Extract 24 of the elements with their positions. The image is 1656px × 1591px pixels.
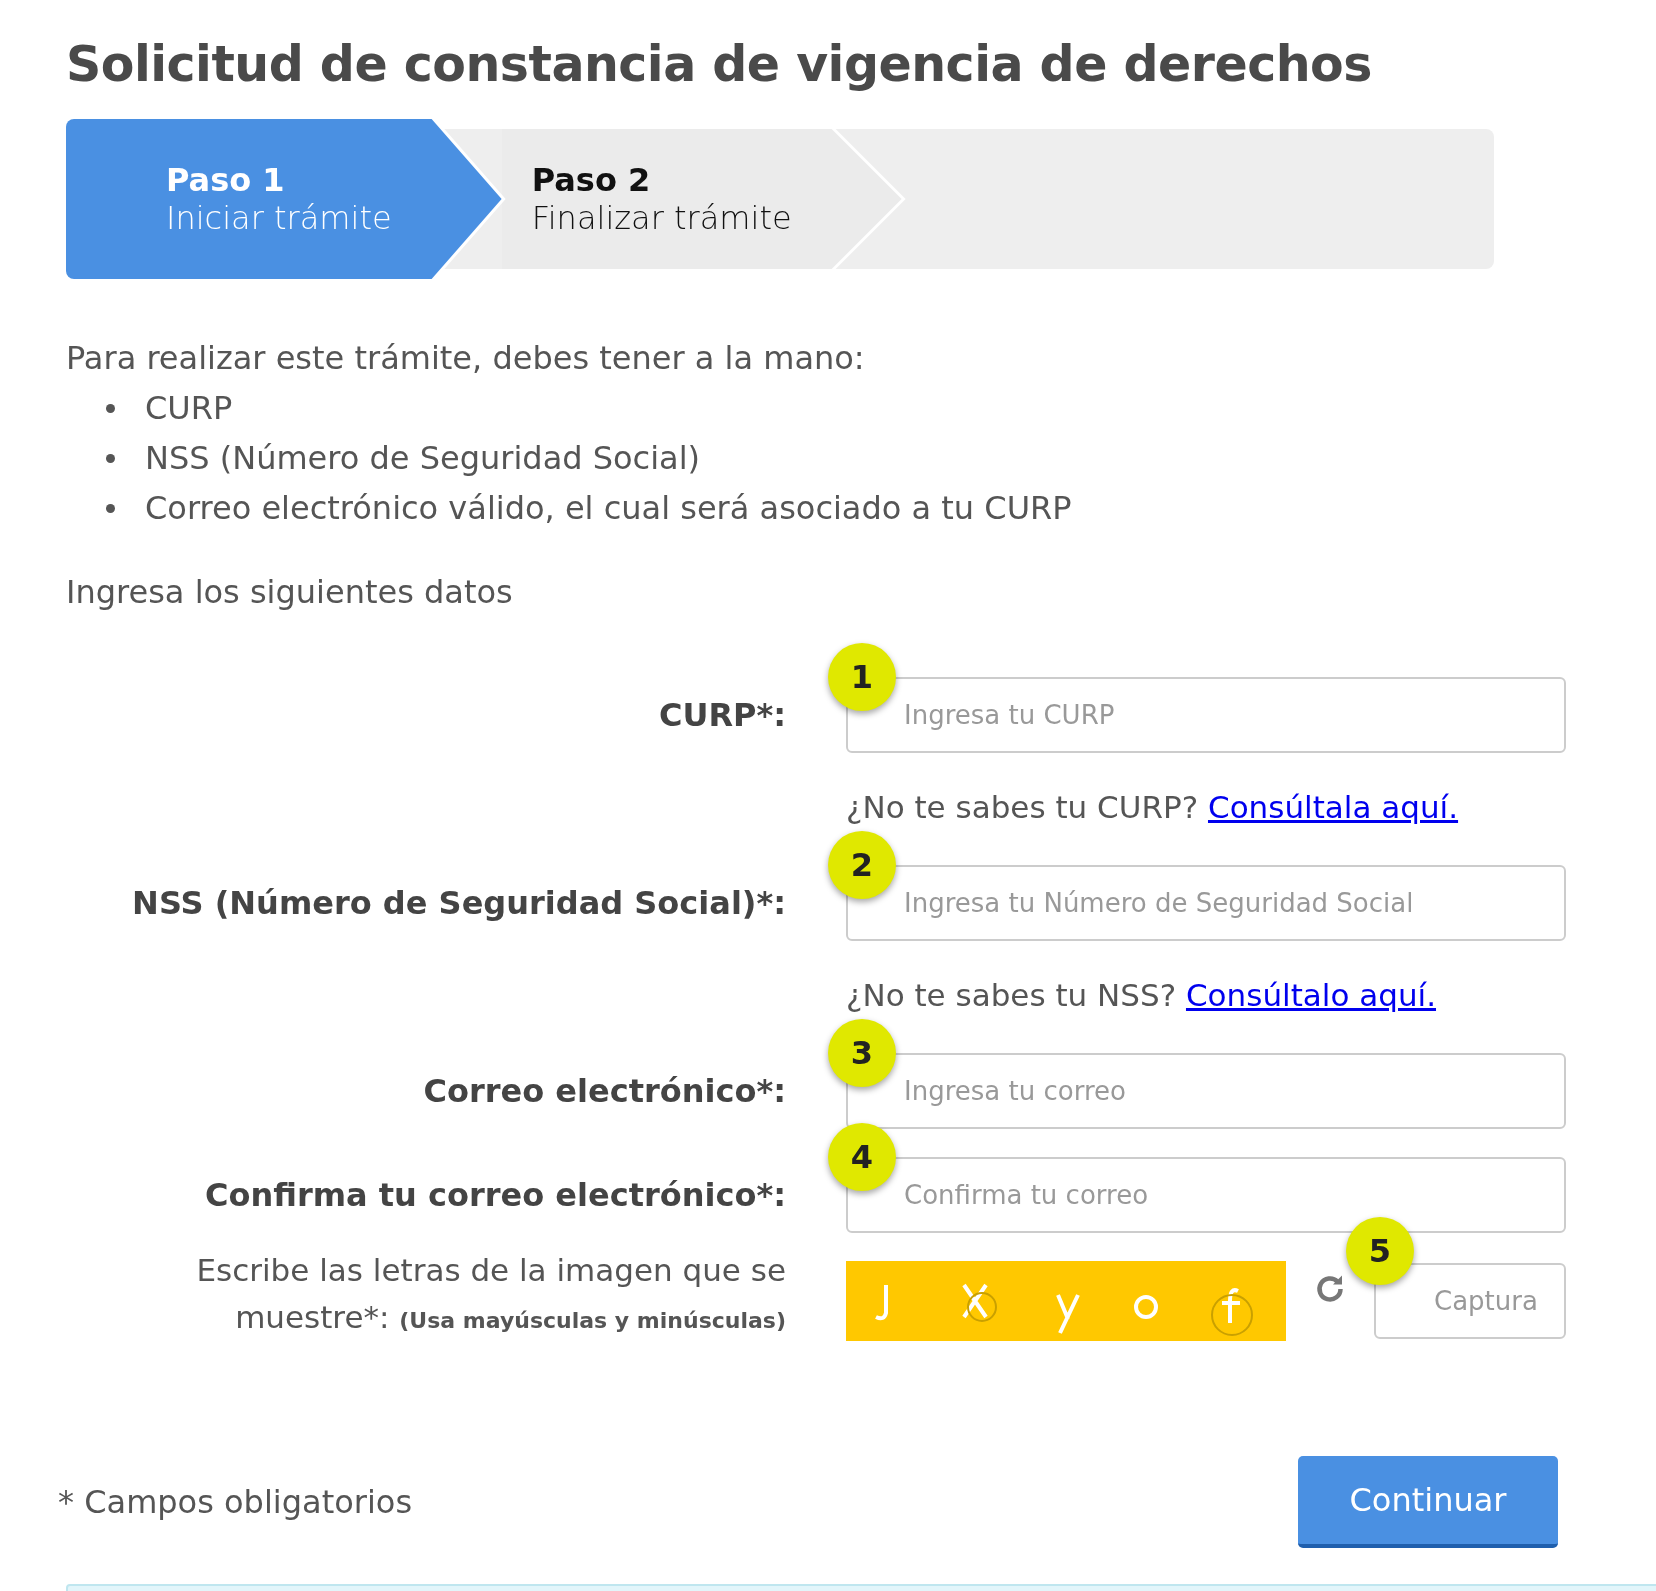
field-label: NSS (Número de Seguridad Social)*: bbox=[131, 883, 786, 924]
required-note: * Campos obligatorios bbox=[58, 1483, 413, 1521]
step-number-badge: 2 bbox=[828, 831, 896, 899]
step-number-badge: 1 bbox=[828, 643, 896, 711]
captcha-field[interactable]: Captura bbox=[1374, 1263, 1566, 1339]
intro-text: Para realizar este trámite, debes tener a la mano: bbox=[66, 339, 866, 377]
requirement-text: CURP bbox=[145, 389, 233, 427]
bullet-icon bbox=[106, 403, 115, 413]
field-label: Correo electrónico*: bbox=[422, 1071, 786, 1112]
field-label: CURP*: bbox=[657, 695, 786, 736]
captcha-label: Escribe las letras de la imagen que se muestre*: (Usa mayúsculas y minúsculas) bbox=[195, 1251, 786, 1337]
bullet-icon bbox=[106, 453, 115, 463]
page-title: Solicitud de constancia de vigencia de derechos bbox=[66, 36, 1373, 93]
form-heading: Ingresa los siguientes datos bbox=[66, 573, 514, 611]
consult-link[interactable]: Consúltala aquí. bbox=[1208, 789, 1459, 825]
bullet-icon bbox=[106, 503, 115, 513]
consult-link[interactable]: Consúltalo aquí. bbox=[1185, 977, 1436, 1013]
field-label: Confirma tu correo electrónico*: bbox=[203, 1175, 786, 1216]
requirement-text: Correo electrónico válido, el cual será asociado a tu CURP bbox=[145, 489, 1072, 527]
help-text: ¿No te sabes tu NSS? Consúltalo aquí. bbox=[846, 977, 1437, 1013]
help-text: ¿No te sabes tu CURP? Consúltala aquí. bbox=[846, 789, 1460, 825]
step-number-badge: 3 bbox=[828, 1019, 896, 1087]
step-number-badge: 4 bbox=[828, 1123, 896, 1191]
requirement-text: NSS (Número de Seguridad Social) bbox=[145, 439, 701, 477]
